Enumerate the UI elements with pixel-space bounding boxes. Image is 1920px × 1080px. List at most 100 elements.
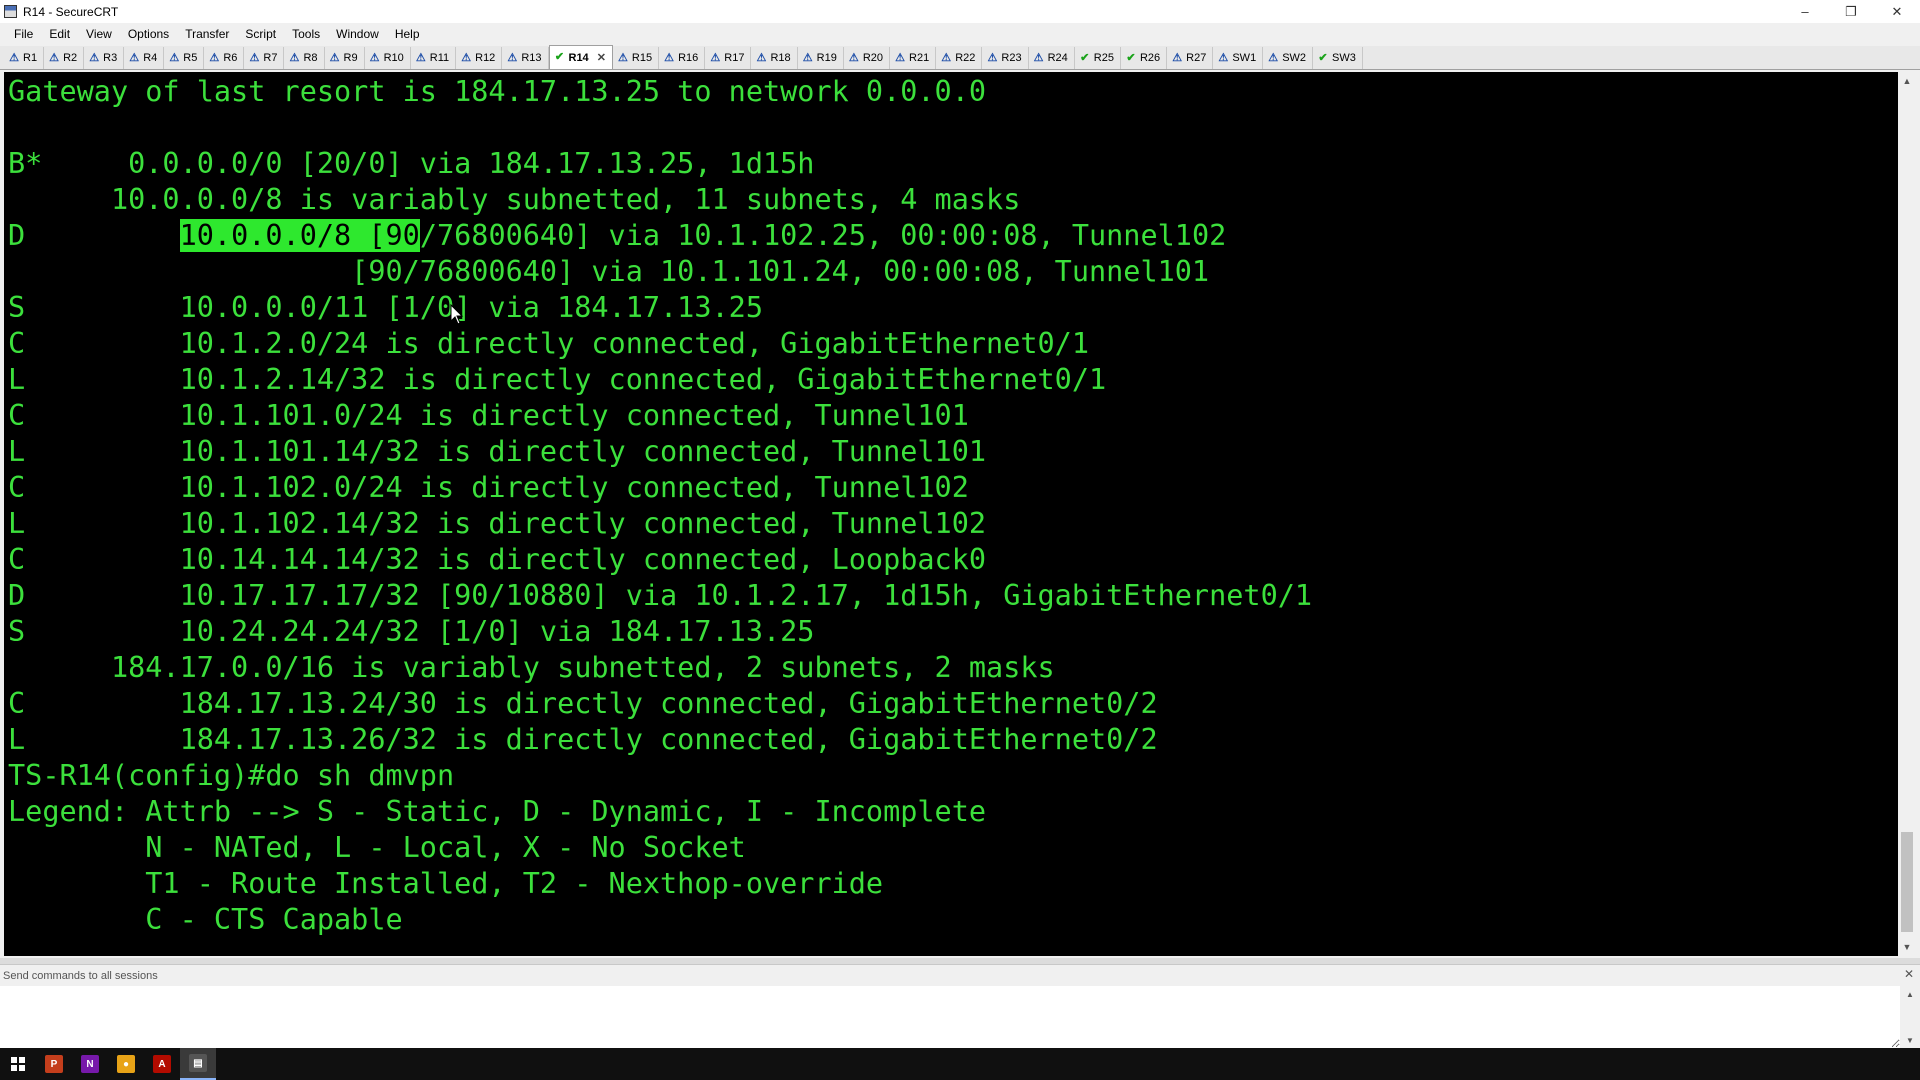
session-tab-r26[interactable]: ✔ R26: [1121, 47, 1168, 69]
menu-item-tools[interactable]: Tools: [284, 27, 328, 41]
tab-close-icon[interactable]: ✕: [597, 51, 606, 64]
session-tab-r5[interactable]: ⚠ R5: [164, 47, 205, 69]
disconnected-warning-icon: ⚠: [756, 51, 767, 64]
connected-check-icon: ✔: [1318, 51, 1328, 64]
scrollbar-thumb[interactable]: [1901, 832, 1913, 932]
session-tab-sw1[interactable]: ⚠ SW1: [1213, 47, 1264, 69]
command-window-label: Send commands to all sessions: [3, 969, 158, 982]
terminal-line: D 10.0.0.0/8 [90/76800640] via 10.1.102.…: [8, 218, 1312, 254]
menu-item-transfer[interactable]: Transfer: [177, 27, 237, 41]
session-tab-label: R24: [1047, 52, 1068, 64]
session-tab-label: SW1: [1232, 52, 1257, 64]
session-tab-r4[interactable]: ⚠ R4: [124, 47, 165, 69]
scroll-up-arrow-icon[interactable]: ▲: [1898, 72, 1916, 90]
session-tab-r7[interactable]: ⚠ R7: [244, 47, 285, 69]
taskbar-app-powerpoint[interactable]: P: [36, 1048, 72, 1080]
disconnected-warning-icon: ⚠: [415, 51, 426, 64]
command-window-input[interactable]: [0, 986, 1900, 1048]
terminal-text: L 10.1.102.14/32 is directly connected, …: [8, 507, 987, 540]
taskbar-app-chrome[interactable]: ●: [108, 1048, 144, 1080]
start-button[interactable]: [0, 1048, 36, 1080]
terminal-line: TS-R14(config)#do sh dmvpn: [8, 758, 1312, 794]
session-tab-r10[interactable]: ⚠ R10: [365, 47, 411, 69]
terminal-text: L 184.17.13.26/32 is directly connected,…: [8, 723, 1158, 756]
session-tab-r15[interactable]: ⚠ R15: [613, 47, 660, 69]
terminal-text: C 10.14.14.14/32 is directly connected, …: [8, 543, 987, 576]
menu-item-help[interactable]: Help: [387, 27, 428, 41]
terminal-text: T1 - Route Installed, T2 - Nexthop-overr…: [8, 867, 884, 900]
disconnected-warning-icon: ⚠: [895, 51, 905, 64]
terminal-line: B* 0.0.0.0/0 [20/0] via 184.17.13.25, 1d…: [8, 146, 1312, 182]
session-tab-label: SW2: [1282, 52, 1307, 64]
session-tab-r25[interactable]: ✔ R25: [1075, 47, 1121, 69]
onenote-icon: N: [81, 1055, 99, 1073]
restore-button[interactable]: ❐: [1828, 0, 1874, 23]
session-tab-r16[interactable]: ⚠ R16: [659, 47, 706, 69]
menu-item-file[interactable]: File: [6, 27, 41, 41]
session-tab-r23[interactable]: ⚠ R23: [982, 47, 1029, 69]
disconnected-warning-icon: ⚠: [209, 51, 220, 64]
powerpoint-icon: P: [45, 1055, 63, 1073]
session-tab-r19[interactable]: ⚠ R19: [798, 47, 844, 69]
session-tab-r24[interactable]: ⚠ R24: [1029, 47, 1075, 69]
menu-item-edit[interactable]: Edit: [41, 27, 78, 41]
session-tab-r17[interactable]: ⚠ R17: [705, 47, 752, 69]
close-button[interactable]: ✕: [1874, 0, 1920, 23]
session-tab-label: R11: [429, 52, 450, 64]
session-tab-label: R25: [1093, 52, 1114, 64]
terminal-text: D: [8, 219, 180, 252]
terminal-line: C 10.1.2.0/24 is directly connected, Gig…: [8, 326, 1312, 362]
title-bar: R14 - SecureCRT – ❐ ✕: [0, 0, 1920, 23]
session-tab-r18[interactable]: ⚠ R18: [751, 47, 798, 69]
taskbar-app-onenote[interactable]: N: [72, 1048, 108, 1080]
session-tab-r27[interactable]: ⚠ R27: [1167, 47, 1214, 69]
menu-item-script[interactable]: Script: [237, 27, 284, 41]
disconnected-warning-icon: ⚠: [802, 51, 813, 64]
session-tab-r9[interactable]: ⚠ R9: [325, 47, 365, 69]
disconnected-warning-icon: ⚠: [129, 51, 140, 64]
session-tab-sw2[interactable]: ⚠ SW2: [1263, 47, 1314, 69]
command-window-scrollbar[interactable]: ▲ ▼: [1900, 986, 1920, 1048]
cmd-scroll-down-arrow-icon[interactable]: ▼: [1900, 1032, 1920, 1048]
disconnected-warning-icon: ⚠: [1033, 51, 1044, 64]
session-tab-label: R6: [223, 52, 238, 64]
session-tab-label: R16: [678, 52, 699, 64]
session-tab-r21[interactable]: ⚠ R21: [890, 47, 937, 69]
session-tab-r3[interactable]: ⚠ R3: [84, 47, 125, 69]
session-tab-sw3[interactable]: ✔ SW3: [1313, 47, 1363, 69]
terminal-scrollbar[interactable]: ▲ ▼: [1898, 72, 1916, 956]
terminal-view[interactable]: Gateway of last resort is 184.17.13.25 t…: [4, 72, 1898, 956]
disconnected-warning-icon: ⚠: [1172, 51, 1183, 64]
session-tab-r20[interactable]: ⚠ R20: [844, 47, 891, 69]
session-tab-r8[interactable]: ⚠ R8: [284, 47, 325, 69]
session-tab-r11[interactable]: ⚠ R11: [411, 47, 457, 69]
session-tab-label: R14: [568, 51, 589, 64]
securecrt-app-icon[interactable]: [4, 5, 17, 18]
disconnected-warning-icon: ⚠: [710, 51, 721, 64]
disconnected-warning-icon: ⚠: [89, 51, 100, 64]
terminal-line: [90/76800640] via 10.1.101.24, 00:00:08,…: [8, 254, 1312, 290]
disconnected-warning-icon: ⚠: [461, 51, 472, 64]
session-tab-label: R7: [263, 52, 278, 64]
session-tab-r12[interactable]: ⚠ R12: [456, 47, 503, 69]
minimize-button[interactable]: –: [1782, 0, 1828, 23]
session-tab-r13[interactable]: ⚠ R13: [502, 47, 549, 69]
terminal-text: C - CTS Capable: [8, 903, 403, 936]
session-tab-r14[interactable]: ✔ R14 ✕: [548, 45, 613, 69]
taskbar-app-securecrt[interactable]: ▤: [180, 1048, 216, 1080]
session-tab-label: R22: [955, 52, 976, 64]
cmd-scroll-up-arrow-icon[interactable]: ▲: [1900, 986, 1920, 1002]
chrome-icon: ●: [117, 1055, 135, 1073]
session-tab-r2[interactable]: ⚠ R2: [44, 47, 85, 69]
menu-item-options[interactable]: Options: [120, 27, 177, 41]
disconnected-warning-icon: ⚠: [329, 51, 340, 64]
command-window-close-icon[interactable]: ✕: [1904, 967, 1914, 981]
session-tab-r1[interactable]: ⚠ R1: [4, 47, 45, 69]
session-tab-r22[interactable]: ⚠ R22: [936, 47, 983, 69]
session-tab-r6[interactable]: ⚠ R6: [204, 47, 245, 69]
scroll-down-arrow-icon[interactable]: ▼: [1898, 938, 1916, 956]
menu-item-view[interactable]: View: [78, 27, 120, 41]
menu-item-window[interactable]: Window: [328, 27, 387, 41]
disconnected-warning-icon: ⚠: [987, 51, 998, 64]
taskbar-app-acrobat[interactable]: A: [144, 1048, 180, 1080]
